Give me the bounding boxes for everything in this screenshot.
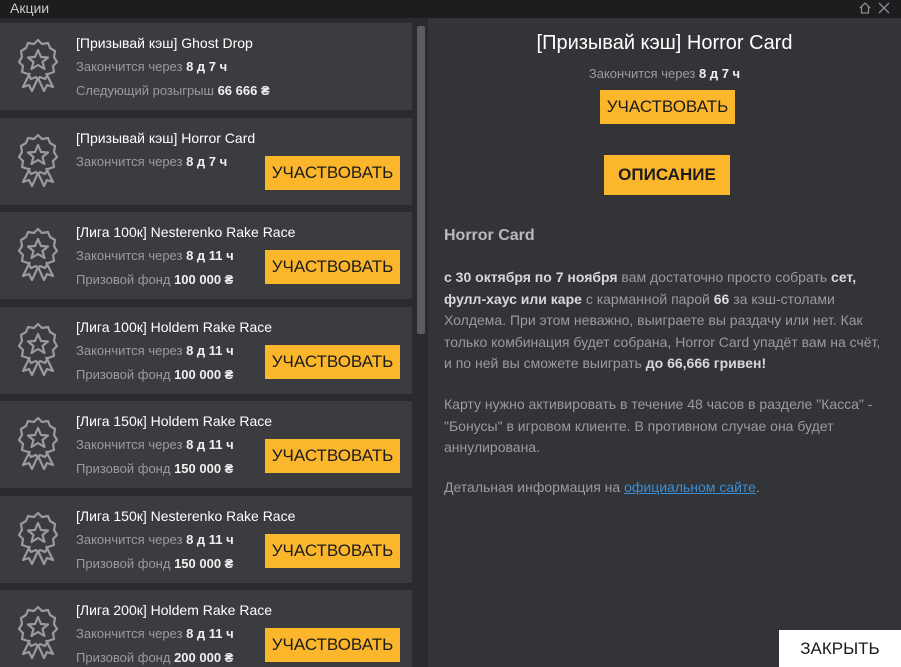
promotion-detail-panel: [Призывай кэш] Horror Card Закончится че… xyxy=(428,18,901,667)
promotion-extra-value: 150 000 ₴ xyxy=(174,555,234,571)
promotion-card[interactable]: [Лига 100к] Nesterenko Rake Race Закончит… xyxy=(0,212,412,299)
award-badge-icon xyxy=(10,132,66,188)
promotion-ends-label: Закончится через xyxy=(76,531,183,547)
promotion-ends: Закончится через 8 д 7 ч xyxy=(76,58,227,76)
promotion-extra-label: Призовой фонд xyxy=(76,650,171,665)
detail-paragraph-3: Детальная информация на официальном сайт… xyxy=(444,477,884,499)
p1-bold-pair: 66 xyxy=(713,290,730,307)
promotion-extra-value: 150 000 ₴ xyxy=(174,461,234,476)
detail-join-button[interactable]: УЧАСТВОВАТЬ xyxy=(600,90,735,124)
promotion-ends-label: Закончится через xyxy=(76,59,183,74)
promotion-ends-label: Закончится через xyxy=(76,248,183,263)
promotions-list: [Призывай кэш] Ghost Drop Закончится чере… xyxy=(0,18,414,667)
promotion-extra-value: 200 000 ₴ xyxy=(174,650,234,665)
p1-text-2: с карманной парой xyxy=(581,290,714,307)
promotion-name: [Призывай кэш] Horror Card xyxy=(76,129,256,146)
promotion-extra: Призовой фонд 100 000 ₴ xyxy=(76,366,233,384)
detail-paragraph-2: Карту нужно активировать в течение 48 ча… xyxy=(444,396,873,455)
join-button[interactable]: УЧАСТВОВАТЬ xyxy=(265,344,400,379)
p1-bold-dates: с 30 октября по 7 ноября xyxy=(444,269,618,285)
promotion-card[interactable]: [Лига 150к] Holdem Rake Race Закончится ч… xyxy=(0,401,412,488)
promotion-extra-label: Следующий розыгрыш xyxy=(76,83,214,98)
join-button[interactable]: УЧАСТВОВАТЬ xyxy=(265,628,400,662)
promotion-name: [Лига 100к] Nesterenko Rake Race xyxy=(76,224,296,240)
close-icon[interactable] xyxy=(876,1,892,17)
promotion-ends-value: 8 д 11 ч xyxy=(186,626,234,641)
promotion-name: [Лига 150к] Holdem Rake Race xyxy=(76,413,273,429)
detail-heading: Horror Card xyxy=(444,227,535,244)
promotion-ends-value: 8 д 11 ч xyxy=(186,531,234,547)
promotion-extra: Призовой фонд 150 000 ₴ xyxy=(76,555,233,573)
detail-ends-value: 8 д 7 ч xyxy=(698,66,741,81)
promotion-name: [Лига 100к] Holdem Rake Race xyxy=(76,318,273,335)
promotion-ends: Закончится через 8 д 11 ч xyxy=(76,436,234,454)
promotion-extra: Следующий розыгрыш 66 666 ₴ xyxy=(76,82,270,100)
close-button[interactable]: ЗАКРЫТЬ xyxy=(779,630,901,667)
promotion-extra-label: Призовой фонд xyxy=(76,366,171,382)
home-icon[interactable] xyxy=(857,1,873,17)
award-badge-icon xyxy=(10,510,66,566)
scrollbar-thumb[interactable] xyxy=(417,26,425,334)
p3-period: . xyxy=(755,479,760,495)
promotion-card[interactable]: [Лига 100к] Holdem Rake Race Закончится ч… xyxy=(0,306,412,394)
award-badge-icon xyxy=(10,321,66,377)
detail-paragraph-1: с 30 октября по 7 ноября вам достаточно … xyxy=(444,267,884,375)
promotion-ends: Закончится через 8 д 11 ч xyxy=(76,247,234,265)
join-button[interactable]: УЧАСТВОВАТЬ xyxy=(265,250,400,284)
p3-text: Детальная информация на xyxy=(444,479,625,495)
promotion-name: [Лига 150к] Nesterenko Rake Race xyxy=(76,507,296,524)
p1-text-1: вам достаточно просто собрать xyxy=(617,269,832,285)
promotion-ends-value: 8 д 11 ч xyxy=(186,248,234,263)
detail-ends: Закончится через 8 д 7 ч xyxy=(428,65,901,83)
promotion-extra: Призовой фонд 200 000 ₴ xyxy=(76,649,233,667)
p1-bold-prize: до 66,666 гривен! xyxy=(645,355,767,371)
join-button[interactable]: УЧАСТВОВАТЬ xyxy=(265,533,400,568)
promotion-ends-value: 8 д 11 ч xyxy=(186,437,234,452)
promotion-ends-label: Закончится через xyxy=(76,342,183,358)
promotion-card[interactable]: [Призывай кэш] Horror Card Закончится чер… xyxy=(0,117,412,205)
window-title: Акции xyxy=(10,0,50,16)
detail-title: [Призывай кэш] Horror Card xyxy=(536,32,793,54)
promotion-extra-label: Призовой фонд xyxy=(76,555,171,571)
promotion-name: [Призывай кэш] Ghost Drop xyxy=(76,35,253,51)
promotion-extra-value: 66 666 ₴ xyxy=(217,83,270,98)
join-button[interactable]: УЧАСТВОВАТЬ xyxy=(265,155,400,190)
award-badge-icon xyxy=(10,226,66,282)
award-badge-icon xyxy=(10,604,66,660)
promotion-ends-value: 8 д 7 ч xyxy=(186,153,228,169)
promotion-name: [Лига 200к] Holdem Rake Race xyxy=(76,602,273,618)
promotion-extra: Призовой фонд 100 000 ₴ xyxy=(76,271,233,289)
promotion-card[interactable]: [Лига 150к] Nesterenko Rake Race Закончит… xyxy=(0,495,412,583)
promotion-card[interactable]: [Лига 200к] Holdem Rake Race Закончится ч… xyxy=(0,590,412,667)
promotion-extra-label: Призовой фонд xyxy=(76,272,171,287)
promotion-ends: Закончится через 8 д 11 ч xyxy=(76,531,234,549)
promotion-ends-label: Закончится через xyxy=(76,437,183,452)
detail-ends-label: Закончится через xyxy=(588,66,696,81)
official-site-link[interactable]: официальном сайте xyxy=(624,479,756,495)
promotion-card[interactable]: [Призывай кэш] Ghost Drop Закончится чере… xyxy=(0,23,412,110)
promotion-ends-value: 8 д 7 ч xyxy=(186,59,228,74)
promotion-ends-value: 8 д 11 ч xyxy=(186,342,234,358)
promotion-ends: Закончится через 8 д 11 ч xyxy=(76,342,234,360)
promotion-extra-label: Призовой фонд xyxy=(76,461,171,476)
promotion-extra-value: 100 000 ₴ xyxy=(174,366,234,382)
title-bar: Акции xyxy=(0,0,901,18)
promotion-extra-value: 100 000 ₴ xyxy=(174,272,234,287)
promotion-ends: Закончится через 8 д 7 ч xyxy=(76,153,227,171)
promotion-ends: Закончится через 8 д 11 ч xyxy=(76,625,234,643)
promotion-extra: Призовой фонд 150 000 ₴ xyxy=(76,460,233,478)
join-button[interactable]: УЧАСТВОВАТЬ xyxy=(265,439,400,473)
promotion-ends-label: Закончится через xyxy=(76,626,183,641)
award-badge-icon xyxy=(10,415,66,471)
award-badge-icon xyxy=(10,37,66,93)
description-button[interactable]: ОПИСАНИЕ xyxy=(604,155,730,195)
promotion-ends-label: Закончится через xyxy=(76,153,183,169)
